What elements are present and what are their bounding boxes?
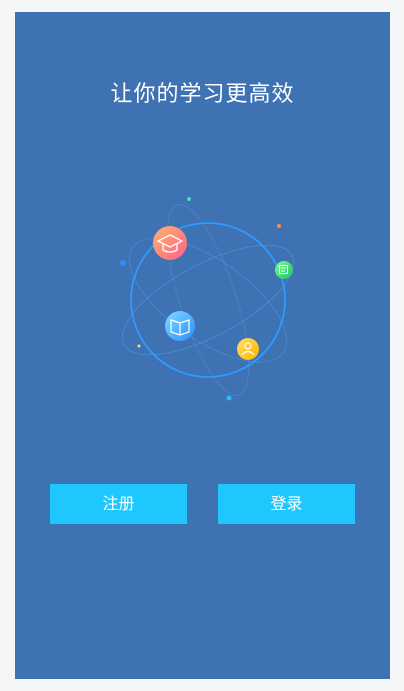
- orbit-dot: [120, 260, 126, 266]
- certificate-icon: [275, 261, 293, 279]
- open-book-icon: [165, 311, 195, 341]
- register-button[interactable]: 注册: [50, 484, 187, 524]
- orbit-ellipse: [122, 244, 294, 356]
- orbit-dot: [137, 344, 141, 348]
- user-icon: [237, 338, 259, 360]
- page-title: 让你的学习更高效: [110, 82, 295, 107]
- orbit-dot: [277, 224, 281, 228]
- orbit-dot: [187, 197, 191, 201]
- learning-orbit-illustration: [120, 197, 294, 401]
- welcome-screen: 让你的学习更高效 注册 登录: [15, 12, 390, 679]
- orbit-dot: [226, 395, 232, 401]
- login-button[interactable]: 登录: [218, 484, 355, 524]
- graduation-cap-icon: [153, 226, 187, 260]
- orbit-ellipse: [128, 237, 288, 363]
